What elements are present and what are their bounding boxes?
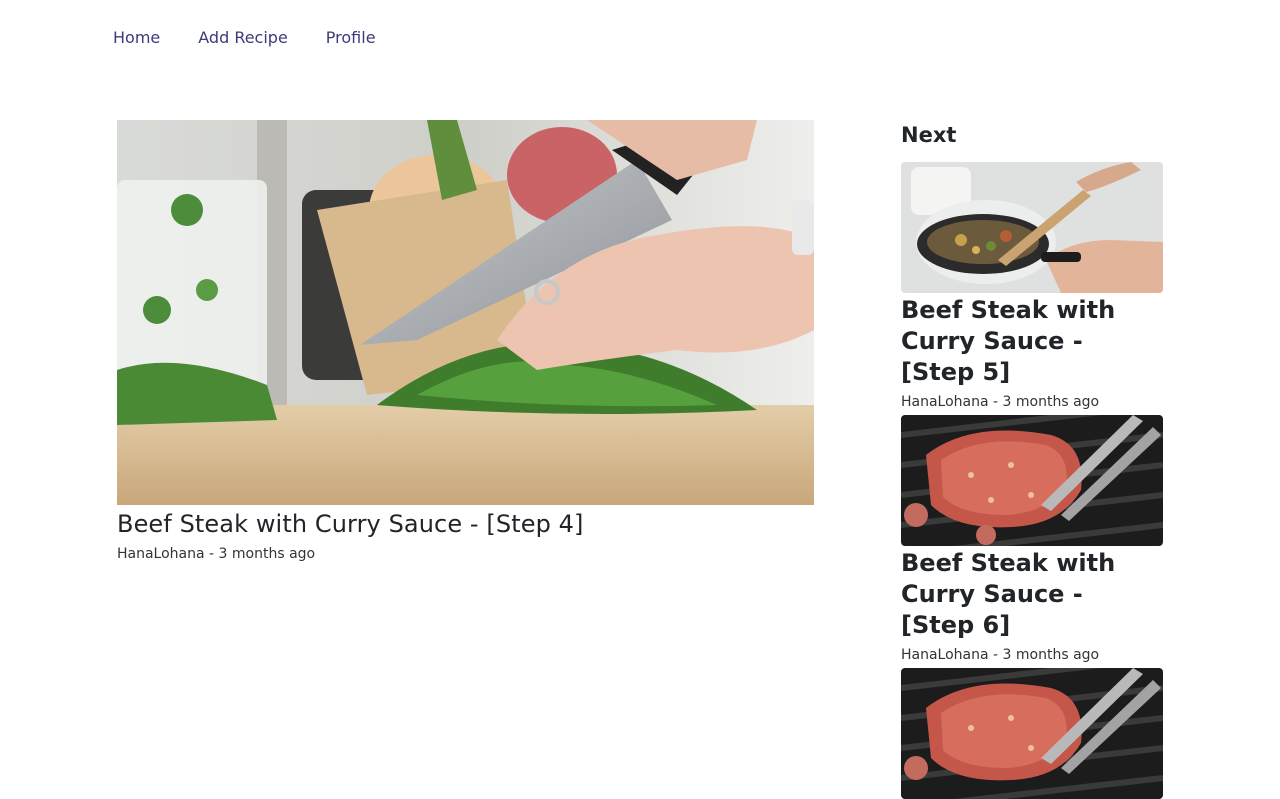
next-recipe-image[interactable]: [901, 668, 1163, 799]
next-recipe-meta: HanaLohana - 3 months ago: [901, 645, 1163, 668]
next-recipe-time: 3 months ago: [1002, 647, 1100, 663]
top-nav: Home Add Recipe Profile: [113, 26, 414, 50]
meta-separator: -: [204, 546, 219, 562]
next-recipe-image[interactable]: [901, 162, 1163, 293]
grilled-steak-image: [901, 415, 1163, 546]
main-recipe-author[interactable]: HanaLohana: [117, 546, 205, 562]
nav-home-link[interactable]: Home: [113, 26, 160, 50]
nav-profile-link[interactable]: Profile: [326, 26, 376, 50]
next-recipe-time: 3 months ago: [1002, 394, 1100, 410]
next-recipe-meta: HanaLohana - 3 months ago: [901, 392, 1163, 415]
pan-cooking-image: [901, 162, 1163, 293]
next-recipe-card[interactable]: Beef Steak with Curry Sauce - [Step 5] H…: [901, 162, 1163, 415]
meta-separator: -: [988, 394, 1003, 410]
next-recipe-title[interactable]: Beef Steak with Curry Sauce - [Step 5]: [901, 295, 1163, 388]
chopping-herbs-image: [117, 120, 814, 505]
grilled-steak-image: [901, 668, 1163, 799]
next-sidebar: Next Beef Steak with Curry Sauce - [Step…: [901, 120, 1163, 799]
next-recipe-author[interactable]: HanaLohana: [901, 394, 989, 410]
main-recipe-meta: HanaLohana - 3 months ago: [117, 544, 814, 564]
main-recipe: Beef Steak with Curry Sauce - [Step 4] H…: [117, 120, 814, 564]
next-recipe-title[interactable]: Beef Steak with Curry Sauce - [Step 6]: [901, 548, 1163, 641]
meta-separator: -: [988, 647, 1003, 663]
next-recipe-card[interactable]: [901, 668, 1163, 799]
nav-add-recipe-link[interactable]: Add Recipe: [198, 26, 288, 50]
next-recipe-card[interactable]: Beef Steak with Curry Sauce - [Step 6] H…: [901, 415, 1163, 668]
next-recipe-image[interactable]: [901, 415, 1163, 546]
next-heading: Next: [901, 123, 957, 147]
main-recipe-title[interactable]: Beef Steak with Curry Sauce - [Step 4]: [117, 508, 814, 540]
next-recipe-author[interactable]: HanaLohana: [901, 647, 989, 663]
main-recipe-image[interactable]: [117, 120, 814, 505]
main-recipe-time: 3 months ago: [218, 546, 316, 562]
